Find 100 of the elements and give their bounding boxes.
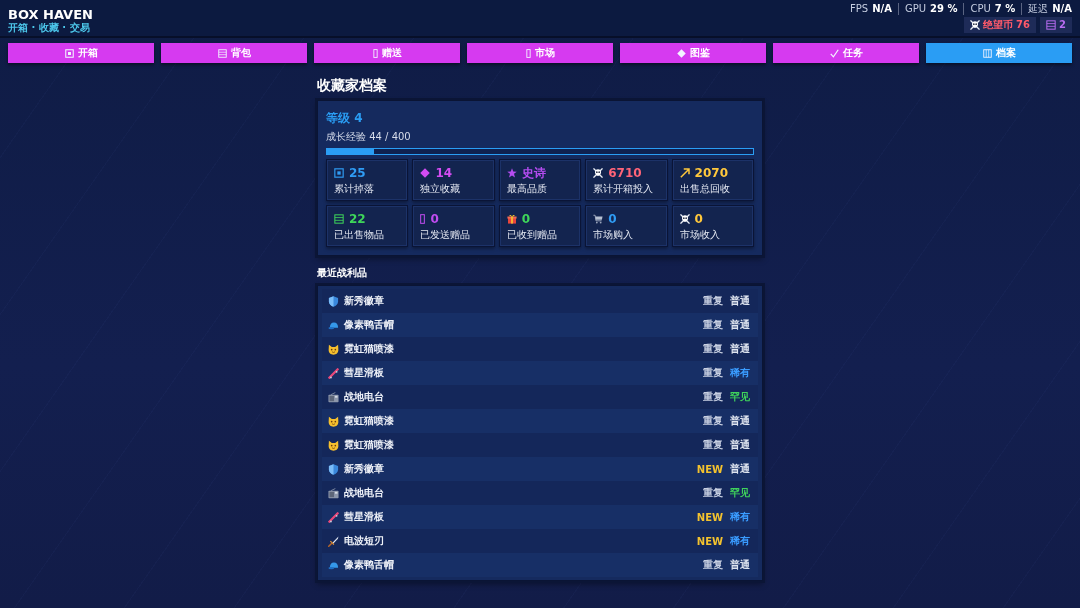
loot-name: 像素鸭舌帽 bbox=[344, 558, 394, 572]
stat-label: 市场收入 bbox=[679, 229, 721, 241]
check-icon bbox=[829, 48, 839, 58]
nav-tab[interactable]: 档案 bbox=[926, 43, 1072, 63]
loot-name: 霓虹猫喷漆 bbox=[344, 414, 394, 428]
stat-value: 0 bbox=[694, 212, 703, 226]
nav-tab[interactable]: 任务 bbox=[773, 43, 919, 63]
radio-icon bbox=[328, 391, 339, 403]
loot-status: NEW bbox=[696, 511, 723, 523]
nav-tab[interactable]: 背包 bbox=[161, 43, 307, 63]
stat-label: 累计开箱投入 bbox=[593, 183, 655, 195]
loot-status: NEW bbox=[696, 463, 723, 475]
loot-name: 战地电台 bbox=[344, 390, 384, 404]
xp-label: 成长经验 44 / 400 bbox=[326, 131, 412, 143]
app-subtitle: 开箱 · 收藏 · 交易 bbox=[8, 22, 91, 34]
stat-value: 14 bbox=[435, 166, 453, 180]
stat-label: 已收到赠品 bbox=[506, 229, 558, 241]
perf-label: GPU bbox=[904, 3, 926, 15]
section-title: 最近战利品 bbox=[317, 266, 368, 279]
loot-name: 霓虹猫喷漆 bbox=[344, 342, 394, 356]
loot-status: 重复 bbox=[703, 390, 723, 404]
list-square-icon bbox=[334, 214, 344, 224]
stat-label: 市场购入 bbox=[593, 229, 635, 241]
shield-icon bbox=[328, 295, 339, 307]
radio-icon bbox=[328, 487, 339, 499]
list-square-icon bbox=[1046, 20, 1057, 30]
stat-label: 出售总回收 bbox=[679, 183, 731, 195]
loot-name: 彗星滑板 bbox=[344, 510, 384, 524]
perf-value: 7 % bbox=[994, 3, 1016, 15]
rectangle-icon bbox=[525, 48, 531, 58]
nav-tab[interactable]: 开箱 bbox=[8, 43, 154, 63]
skateboard-icon bbox=[328, 511, 339, 523]
nav-tab[interactable]: 市场 bbox=[467, 43, 613, 63]
star-icon bbox=[506, 168, 517, 178]
currency-value: 76 bbox=[1016, 19, 1031, 31]
stat-value: 0 bbox=[608, 212, 617, 226]
skull-crossbones-icon bbox=[679, 214, 690, 224]
columns-square-icon bbox=[982, 48, 992, 58]
cat-face-icon bbox=[328, 343, 339, 355]
stat-label: 独立收藏 bbox=[420, 183, 462, 195]
list-square-icon bbox=[217, 48, 227, 58]
loot-rarity: 稀有 bbox=[730, 366, 750, 380]
shield-icon bbox=[328, 463, 339, 475]
loot-name: 战地电台 bbox=[344, 486, 384, 500]
loot-rarity: 普通 bbox=[730, 438, 750, 452]
stat-value: 2070 bbox=[694, 166, 728, 180]
perf-value: N/A bbox=[1052, 3, 1072, 15]
skull-crossbones-icon bbox=[593, 168, 604, 178]
loot-status: 重复 bbox=[703, 294, 723, 308]
loot-status: 重复 bbox=[703, 414, 723, 428]
gift-icon bbox=[506, 214, 517, 224]
nav-tab[interactable]: 图鉴 bbox=[620, 43, 766, 63]
cat-face-icon bbox=[328, 415, 339, 427]
diamond-icon bbox=[420, 168, 431, 178]
loot-name: 电波短刃 bbox=[344, 534, 384, 548]
diamond-icon bbox=[676, 48, 686, 58]
skateboard-icon bbox=[328, 367, 339, 379]
stat-value: 6710 bbox=[608, 166, 642, 180]
square-dot-icon bbox=[64, 48, 74, 58]
loot-name: 霓虹猫喷漆 bbox=[344, 438, 394, 452]
level-label: 等级 4 bbox=[326, 110, 364, 126]
diagonal-arrow-icon bbox=[679, 168, 690, 178]
stat-value: 0 bbox=[521, 212, 531, 226]
stat-label: 已发送赠品 bbox=[420, 229, 472, 241]
loot-rarity: 普通 bbox=[730, 462, 750, 476]
loot-rarity: 罕见 bbox=[730, 390, 750, 404]
perf-value: N/A bbox=[872, 3, 892, 15]
loot-status: 重复 bbox=[703, 438, 723, 452]
loot-status: 重复 bbox=[703, 318, 723, 332]
stat-value: 史诗 bbox=[521, 166, 546, 180]
dagger-icon bbox=[328, 535, 339, 547]
loot-name: 像素鸭舌帽 bbox=[344, 318, 394, 332]
stat-value: 25 bbox=[349, 166, 366, 180]
perf-value: 29 % bbox=[930, 3, 958, 15]
loot-status: 重复 bbox=[703, 342, 723, 356]
rectangle-icon bbox=[372, 48, 378, 58]
loot-rarity: 普通 bbox=[730, 342, 750, 356]
perf-label: FPS bbox=[850, 3, 869, 15]
perf-label: CPU bbox=[970, 3, 991, 15]
loot-rarity: 罕见 bbox=[730, 486, 750, 500]
loot-name: 新秀徽章 bbox=[344, 462, 384, 476]
stat-value: 22 bbox=[349, 212, 366, 226]
loot-status: 重复 bbox=[703, 486, 723, 500]
perf-label: 延迟 bbox=[1028, 3, 1049, 15]
loot-status: 重复 bbox=[703, 366, 723, 380]
cart-icon bbox=[593, 214, 604, 224]
stat-label: 已出售物品 bbox=[334, 229, 385, 241]
loot-rarity: 普通 bbox=[730, 558, 750, 572]
loot-name: 彗星滑板 bbox=[344, 366, 384, 380]
currency-label: 绝望币 bbox=[983, 19, 1014, 31]
loot-status: NEW bbox=[696, 535, 723, 547]
loot-name: 新秀徽章 bbox=[344, 294, 384, 308]
stat-value: 0 bbox=[430, 212, 439, 226]
nav-tab[interactable]: 赠送 bbox=[314, 43, 460, 63]
square-dot-icon bbox=[334, 168, 344, 178]
loot-rarity: 稀有 bbox=[730, 510, 750, 524]
stat-label: 累计掉落 bbox=[334, 183, 375, 195]
stat-label: 最高品质 bbox=[506, 183, 548, 195]
cat-face-icon bbox=[328, 439, 339, 451]
loot-rarity: 普通 bbox=[730, 318, 750, 332]
